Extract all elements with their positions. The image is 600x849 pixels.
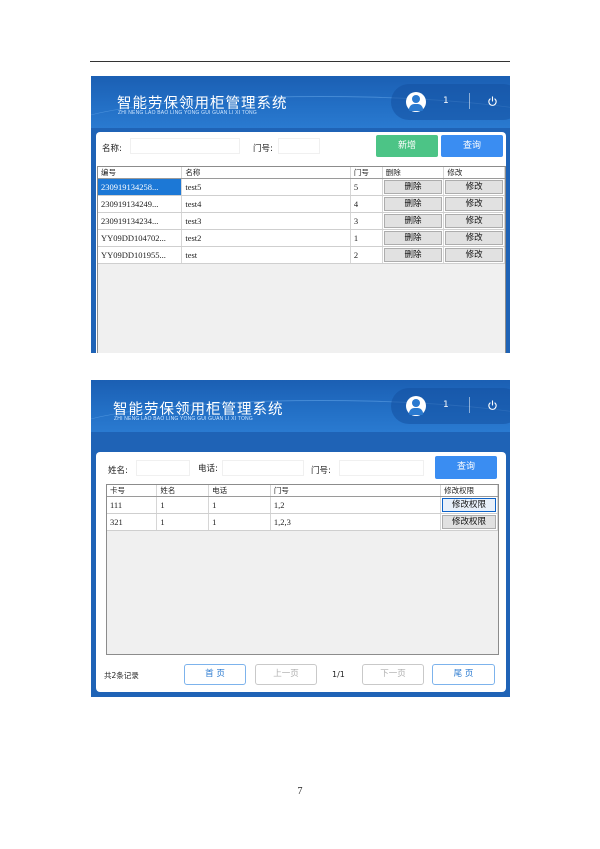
column-header[interactable]: 编号	[98, 167, 183, 179]
name-cell[interactable]: test5	[181, 178, 351, 196]
table-header-row: 卡号 姓名 电话 门号 修改权限	[107, 485, 498, 497]
app-subtitle: ZHI NENG LAO BAO LING YONG GUI GUAN LI X…	[114, 416, 253, 422]
edit-permission-button[interactable]: 修改权限	[442, 498, 496, 512]
power-icon[interactable]	[487, 96, 498, 107]
doors-cell[interactable]: 1,2,3	[270, 513, 442, 531]
edit-button[interactable]: 修改	[445, 214, 503, 228]
user-avatar-icon[interactable]	[406, 396, 426, 416]
user-name: 1	[443, 400, 449, 410]
column-header[interactable]: 门号	[270, 485, 442, 497]
table-row[interactable]: YY09DD101955... test 2 删除 修改	[98, 246, 505, 264]
column-header[interactable]: 修改	[443, 167, 505, 179]
column-header[interactable]: 姓名	[156, 485, 210, 497]
header-divider	[469, 397, 470, 413]
user-avatar-icon[interactable]	[406, 92, 426, 112]
name-label: 名称:	[102, 144, 122, 154]
app-header: 智能劳保领用柜管理系统 ZHI NENG LAO BAO LING YONG G…	[91, 76, 510, 128]
header-divider	[469, 93, 470, 109]
edit-button[interactable]: 修改	[445, 180, 503, 194]
column-header[interactable]: 门号	[350, 167, 383, 179]
id-cell[interactable]: 230919134249...	[98, 195, 183, 213]
delete-button[interactable]: 删除	[383, 248, 443, 262]
column-header[interactable]: 删除	[382, 167, 445, 179]
next-page-button[interactable]: 下一页	[362, 664, 424, 685]
id-cell[interactable]: 230919134234...	[98, 212, 183, 230]
phone-cell[interactable]: 1	[208, 513, 271, 531]
page-top-rule	[90, 61, 510, 62]
table-row[interactable]: 230919134258... test5 5 删除 修改	[98, 178, 505, 196]
delete-button[interactable]: 删除	[383, 231, 443, 245]
table-row[interactable]: 230919134249... test4 4 删除 修改	[98, 195, 505, 213]
power-icon[interactable]	[487, 400, 498, 411]
column-header[interactable]: 修改权限	[440, 485, 498, 497]
id-cell[interactable]: YY09DD104702...	[98, 229, 183, 247]
product-table: 编号 名称 门号 删除 修改 230919134258... test5 5 删…	[97, 166, 506, 353]
door-cell[interactable]: 1	[350, 229, 383, 247]
name-cell[interactable]: test4	[181, 195, 351, 213]
delete-button[interactable]: 删除	[383, 180, 443, 194]
content-panel: 姓名: 电话: 门号: 查询 卡号 姓名 电话 门号 修改权限 111 1 1 …	[96, 452, 506, 692]
screenshot-user-permissions: 智能劳保领用柜管理系统 ZHI NENG LAO BAO LING YONG G…	[91, 380, 510, 697]
card-cell[interactable]: 321	[107, 513, 158, 531]
delete-button[interactable]: 删除	[383, 197, 443, 211]
query-button[interactable]: 查询	[435, 456, 497, 479]
add-button[interactable]: 新增	[376, 135, 438, 157]
door-label: 门号:	[311, 466, 331, 476]
table-row[interactable]: 321 1 1 1,2,3 修改权限	[107, 513, 498, 531]
table-header-row: 编号 名称 门号 删除 修改	[98, 167, 505, 179]
phone-label: 电话:	[198, 464, 218, 474]
user-table: 卡号 姓名 电话 门号 修改权限 111 1 1 1,2 修改权限 321 1 …	[106, 484, 499, 655]
door-input[interactable]	[278, 138, 320, 154]
person-name-label: 姓名:	[108, 466, 128, 476]
last-page-button[interactable]: 尾 页	[432, 664, 495, 685]
name-cell[interactable]: test	[181, 246, 351, 264]
app-subtitle: ZHI NENG LAO BAO LING YONG GUI GUAN LI X…	[118, 110, 257, 116]
edit-button[interactable]: 修改	[445, 197, 503, 211]
edit-button[interactable]: 修改	[445, 231, 503, 245]
person-name-cell[interactable]: 1	[156, 513, 210, 531]
name-input[interactable]	[130, 138, 240, 154]
prev-page-button[interactable]: 上一页	[255, 664, 317, 685]
edit-permission-button[interactable]: 修改权限	[442, 515, 496, 529]
door-cell[interactable]: 5	[350, 178, 383, 196]
column-header[interactable]: 名称	[181, 167, 351, 179]
name-cell[interactable]: test3	[181, 212, 351, 230]
card-cell[interactable]: 111	[107, 496, 158, 514]
name-cell[interactable]: test2	[181, 229, 351, 247]
door-cell[interactable]: 2	[350, 246, 383, 264]
page-number: 7	[297, 786, 303, 797]
door-label: 门号:	[253, 144, 273, 154]
phone-input[interactable]	[222, 460, 304, 476]
user-name: 1	[443, 96, 449, 106]
column-header[interactable]: 电话	[208, 485, 271, 497]
person-name-cell[interactable]: 1	[156, 496, 210, 514]
table-row[interactable]: 111 1 1 1,2 修改权限	[107, 496, 498, 514]
query-button[interactable]: 查询	[441, 135, 503, 157]
delete-button[interactable]: 删除	[383, 214, 443, 228]
column-header[interactable]: 卡号	[107, 485, 158, 497]
first-page-button[interactable]: 首 页	[184, 664, 246, 685]
person-name-input[interactable]	[136, 460, 190, 476]
phone-cell[interactable]: 1	[208, 496, 271, 514]
screenshot-product-management: 智能劳保领用柜管理系统 ZHI NENG LAO BAO LING YONG G…	[91, 76, 510, 353]
table-row[interactable]: 230919134234... test3 3 删除 修改	[98, 212, 505, 230]
doors-cell[interactable]: 1,2	[270, 496, 442, 514]
id-cell[interactable]: 230919134258...	[98, 178, 183, 196]
edit-button[interactable]: 修改	[445, 248, 503, 262]
table-row[interactable]: YY09DD104702... test2 1 删除 修改	[98, 229, 505, 247]
page-indicator: 1/1	[332, 670, 345, 679]
app-header: 智能劳保领用柜管理系统 ZHI NENG LAO BAO LING YONG G…	[91, 380, 510, 432]
id-cell[interactable]: YY09DD101955...	[98, 246, 183, 264]
door-input[interactable]	[339, 460, 424, 476]
door-cell[interactable]: 4	[350, 195, 383, 213]
record-count: 共2条记录	[104, 671, 139, 680]
content-panel: 名称: 门号: 新增 查询 编号 名称 门号 删除 修改 23091913425…	[96, 132, 506, 353]
door-cell[interactable]: 3	[350, 212, 383, 230]
